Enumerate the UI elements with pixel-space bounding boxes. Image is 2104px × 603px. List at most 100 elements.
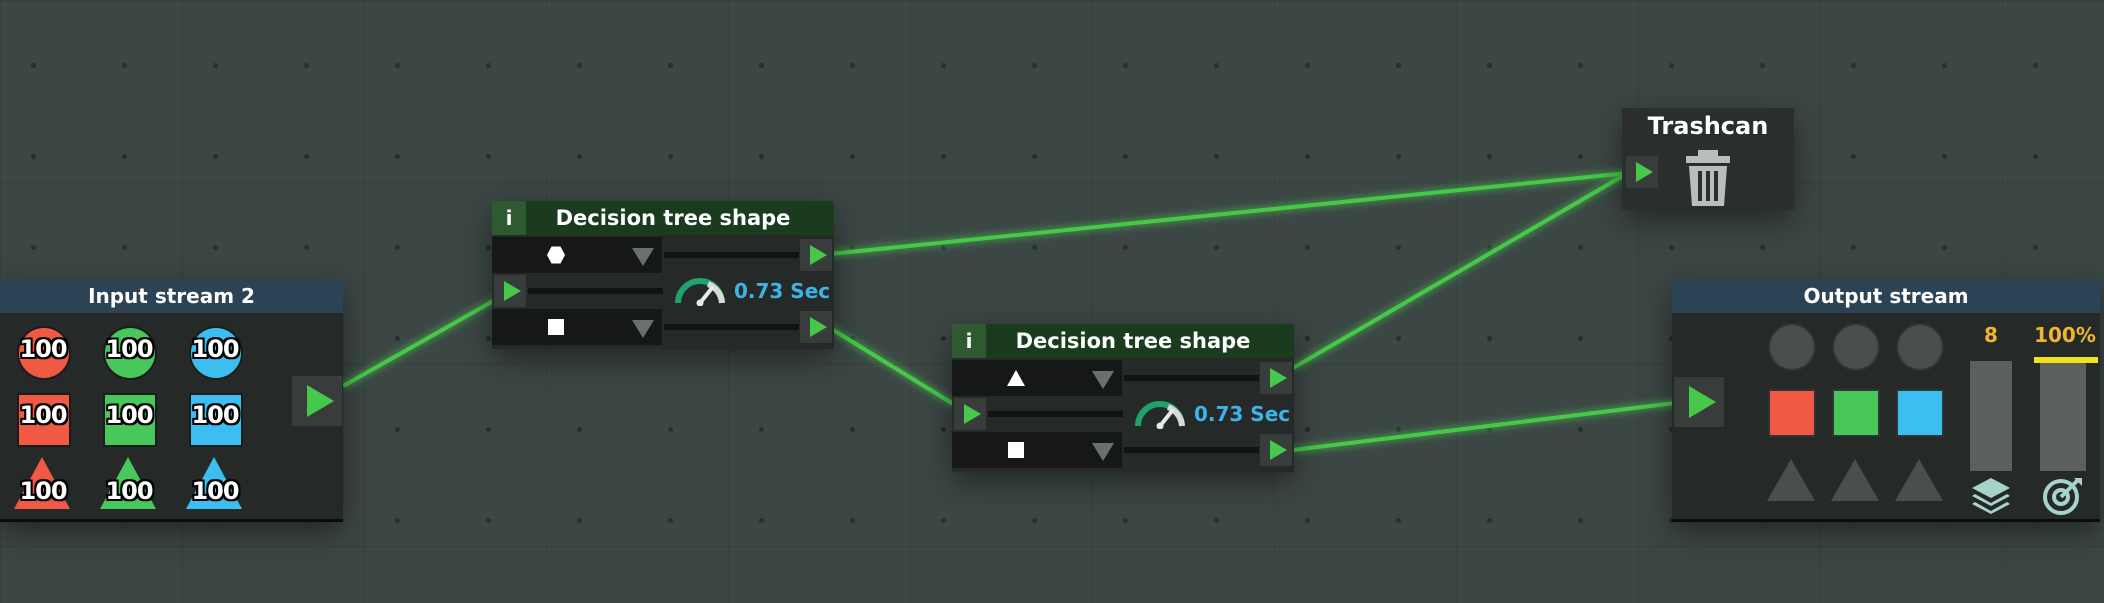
input-stream-output-port[interactable] [292, 376, 342, 426]
trashcan-node[interactable]: Trashcan [1622, 108, 1794, 210]
trashcan-input-port[interactable] [1626, 156, 1658, 188]
top-shape-selector[interactable] [952, 360, 1122, 396]
input-item-circle: 100 [100, 323, 158, 381]
speedometer-icon [675, 278, 725, 306]
item-count: 100 [105, 477, 153, 505]
wire-decision1-to-decision2 [828, 326, 957, 407]
bottom-output-port[interactable] [800, 311, 832, 343]
trash-icon [1686, 150, 1730, 206]
wire-input-to-decision1 [343, 298, 497, 387]
item-count: 100 [19, 401, 67, 429]
accuracy-percent-label: 100% [2034, 323, 2096, 347]
item-count: 100 [191, 477, 239, 505]
decision-tree-node-2[interactable]: i Decision tree shape 0.73 Sec [952, 324, 1294, 472]
input-track [528, 288, 663, 294]
layers-icon [1972, 478, 2010, 514]
decision-tree-node-1[interactable]: i Decision tree shape 0.73 Sec [492, 201, 834, 349]
speed-value: 0.73 Sec [734, 279, 831, 303]
bottom-shape-selector[interactable] [952, 432, 1122, 468]
input-item-circle: 100 [14, 323, 72, 381]
decision-tree-header-1: i Decision tree shape [492, 201, 834, 235]
play-arrow-icon [1688, 386, 1716, 418]
decision-tree-title: Decision tree shape [1015, 329, 1251, 353]
decision-tree-header-2: i Decision tree shape [952, 324, 1294, 358]
top-output-port[interactable] [1260, 362, 1292, 394]
input-item-grid: 100 100 100 100 100 100 100 100 100 [0, 313, 260, 519]
decision-middle-row: 0.73 Sec [952, 396, 1294, 432]
play-arrow-icon [306, 385, 334, 417]
triangle-icon [1007, 369, 1025, 387]
speedometer-icon [1135, 401, 1185, 429]
dropdown-caret-icon [1092, 371, 1114, 389]
wire-decision2-to-output [1291, 401, 1677, 452]
input-item-triangle: 100 [14, 455, 72, 513]
play-arrow-icon [1269, 440, 1287, 460]
stack-gauge-bar [1970, 361, 2012, 471]
decision-bottom-row [492, 309, 834, 345]
input-item-triangle: 100 [100, 455, 158, 513]
output-slot-square [1832, 389, 1880, 437]
bottom-shape-selector[interactable] [492, 309, 662, 345]
item-count: 100 [19, 477, 67, 505]
decision-middle-row: 0.73 Sec [492, 273, 834, 309]
bottom-track [1124, 447, 1259, 453]
bottom-track [664, 324, 799, 330]
decision-top-row [952, 360, 1294, 396]
item-count: 100 [191, 401, 239, 429]
decision-bottom-row [952, 432, 1294, 468]
item-count: 100 [19, 335, 67, 363]
dropdown-caret-icon [632, 320, 654, 338]
output-stream-input-port[interactable] [1674, 377, 1724, 427]
square-icon [547, 318, 565, 336]
input-item-circle: 100 [186, 323, 244, 381]
input-item-square: 100 [14, 389, 72, 447]
item-count: 100 [105, 335, 153, 363]
play-arrow-icon [809, 317, 827, 337]
output-slot-circle [1896, 323, 1944, 371]
speed-indicator: 0.73 Sec [1134, 399, 1290, 429]
output-slot-square [1768, 389, 1816, 437]
output-slot-triangle [1895, 459, 1943, 501]
output-slot-circle [1832, 323, 1880, 371]
play-arrow-icon [1635, 162, 1653, 182]
trashcan-title: Trashcan [1647, 112, 1769, 140]
output-stream-title: Output stream [1672, 279, 2100, 313]
output-slot-triangle [1767, 459, 1815, 501]
play-arrow-icon [809, 245, 827, 265]
dropdown-caret-icon [1092, 443, 1114, 461]
input-stream-title: Input stream 2 [0, 279, 343, 313]
speed-indicator: 0.73 Sec [674, 276, 830, 306]
input-item-square: 100 [100, 389, 158, 447]
decision-input-port[interactable] [494, 275, 526, 307]
output-slot-circle [1768, 323, 1816, 371]
bottom-output-port[interactable] [1260, 434, 1292, 466]
play-arrow-icon [963, 404, 981, 424]
item-count: 100 [191, 335, 239, 363]
output-slot-square [1896, 389, 1944, 437]
dropdown-caret-icon [632, 248, 654, 266]
decision-tree-title: Decision tree shape [555, 206, 791, 230]
top-track [664, 252, 799, 258]
output-slot-triangle [1831, 459, 1879, 501]
play-arrow-icon [503, 281, 521, 301]
play-arrow-icon [1269, 368, 1287, 388]
decision-input-port[interactable] [954, 398, 986, 430]
top-track [1124, 375, 1259, 381]
input-item-square: 100 [186, 389, 244, 447]
top-shape-selector[interactable] [492, 237, 662, 273]
item-count: 100 [105, 401, 153, 429]
output-stream-node[interactable]: Output stream 8 100% [1672, 279, 2100, 522]
hexagon-icon [547, 246, 565, 264]
target-icon [2043, 478, 2082, 515]
top-output-port[interactable] [800, 239, 832, 271]
accuracy-gauge-bar [2034, 357, 2098, 471]
output-slot-grid [1767, 323, 1968, 519]
input-track [988, 411, 1123, 417]
decision-top-row [492, 237, 834, 273]
accuracy-fill [2034, 357, 2098, 363]
info-button[interactable]: i [492, 201, 526, 235]
input-stream-node[interactable]: Input stream 2 100 100 100 100 100 100 100 100 1… [0, 279, 343, 522]
input-item-triangle: 100 [186, 455, 244, 513]
square-icon [1007, 441, 1025, 459]
info-button[interactable]: i [952, 324, 986, 358]
